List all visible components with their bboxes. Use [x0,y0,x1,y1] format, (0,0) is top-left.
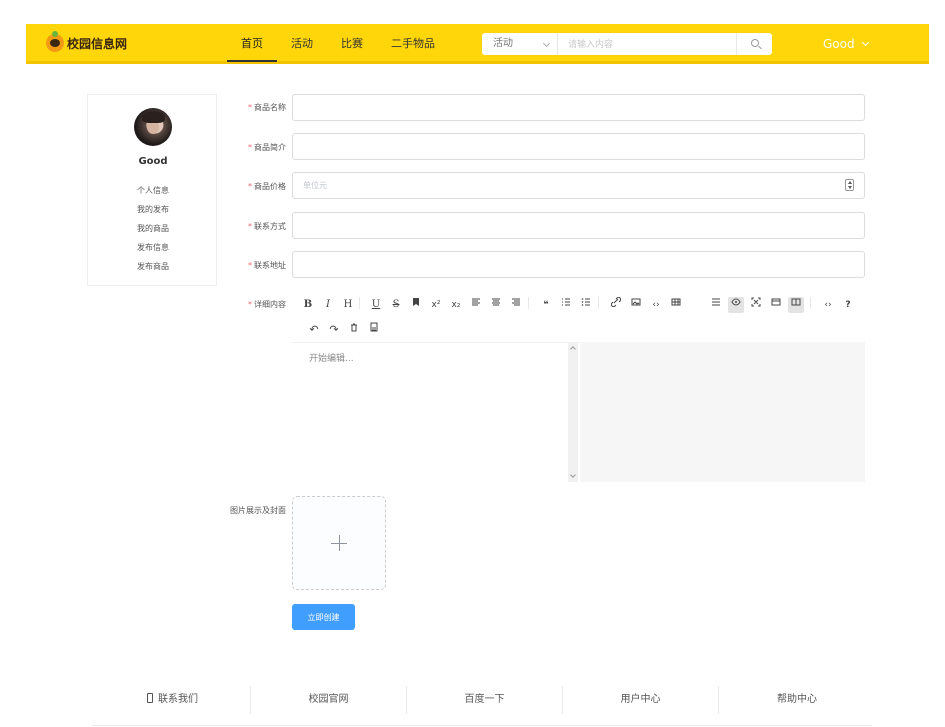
help-icon[interactable]: ? [840,297,856,313]
footer-help-center[interactable]: 帮助中心 [719,686,875,714]
editor-toolbar: B I H U S x² x₂ ❝ ‹› ‹› ? ↶ ↷ [292,293,865,341]
details-label: * 详细内容 [248,300,286,309]
sidebar-item-my-products[interactable]: 我的商品 [88,219,218,238]
preview-icon[interactable] [728,297,744,313]
contact-method-label: * 联系方式 [248,222,286,231]
image-icon[interactable] [628,297,644,313]
product-summary-input[interactable] [292,133,865,160]
search-category-value: 活动 [493,38,513,49]
sidebar-menu: 个人信息 我的发布 我的商品 发布信息 发布商品 [88,181,218,276]
required-marker: * [248,300,252,309]
product-price-label: * 商品价格 [248,182,286,191]
search-category-select[interactable]: 活动 [482,33,558,55]
brand-logo[interactable]: 校园信息网 [46,31,128,53]
product-name-input[interactable] [292,94,865,121]
search-button[interactable] [736,33,772,55]
align-right-icon[interactable] [508,297,524,313]
footer-contact[interactable]: 联系我们 [95,686,251,714]
sidebar-item-publish-product[interactable]: 发布商品 [88,257,218,276]
toolbar-separator [359,297,360,309]
delete-icon[interactable] [346,322,362,338]
nav-second-hand[interactable]: 二手物品 [377,24,449,62]
required-marker: * [248,182,252,191]
contact-address-input[interactable] [292,251,865,278]
nav-activities[interactable]: 活动 [277,24,327,62]
bold-icon[interactable]: B [300,297,316,313]
footer-official-site[interactable]: 校园官网 [251,686,407,714]
phone-icon [147,693,153,703]
undo-icon[interactable]: ↶ [306,322,322,338]
contact-method-input[interactable] [292,212,865,239]
editor-scrollbar[interactable] [568,342,578,482]
brand-name: 校园信息网 [67,36,128,51]
navigation-icon[interactable] [708,297,724,313]
user-sidebar: Good 个人信息 我的发布 我的商品 发布信息 发布商品 [87,94,217,286]
user-name: Good [823,37,855,51]
toolbar-separator [810,297,811,309]
create-button[interactable]: 立即创建 [292,604,355,630]
toolbar-separator [598,297,599,309]
toolbar-separator [528,297,529,309]
main-navigation: 首页 活动 比赛 二手物品 [227,24,449,64]
campus-logo-icon [46,31,64,52]
top-navbar: 校园信息网 首页 活动 比赛 二手物品 活动 Good [26,24,929,64]
product-name-label: * 商品名称 [248,103,286,112]
html-icon[interactable]: ‹› [820,297,836,313]
chevron-down-icon [542,39,551,48]
footer-baidu[interactable]: 百度一下 [407,686,563,714]
footer-divider [92,725,872,726]
chevron-down-icon [862,38,870,47]
editor-preview-pane [580,342,865,482]
underline-icon[interactable]: U [368,297,384,313]
scroll-up-icon [570,346,576,352]
contact-address-label: * 联系地址 [248,261,286,270]
sidebar-item-my-posts[interactable]: 我的发布 [88,200,218,219]
quantity-stepper[interactable] [845,179,854,191]
redo-icon[interactable]: ↷ [326,322,342,338]
required-marker: * [248,261,252,270]
search-input[interactable] [558,33,736,55]
strikethrough-icon[interactable]: S [388,297,404,313]
sidebar-user-name: Good [138,156,168,167]
required-marker: * [248,103,252,112]
unordered-list-icon[interactable] [578,297,594,313]
fullscreen-icon[interactable] [748,297,764,313]
code-icon[interactable]: ‹› [648,297,664,313]
table-icon[interactable] [668,297,684,313]
quote-icon[interactable]: ❝ [538,297,554,313]
ordered-list-icon[interactable] [558,297,574,313]
align-center-icon[interactable] [488,297,504,313]
user-dropdown[interactable]: Good [823,24,870,64]
editor-placeholder: 开始编辑... [309,354,354,364]
required-marker: * [248,222,252,231]
editor-text-area[interactable]: 开始编辑... [292,342,580,482]
scroll-down-icon [570,472,576,478]
plus-icon [339,535,340,551]
subscript-icon[interactable]: x₂ [448,297,464,313]
link-icon[interactable] [608,296,624,313]
product-summary-label: * 商品简介 [248,143,286,152]
read-mode-icon[interactable] [768,297,784,313]
footer-user-center[interactable]: 用户中心 [563,686,719,714]
header-icon[interactable]: H [340,297,356,313]
nav-competitions[interactable]: 比赛 [327,24,377,62]
markdown-editor: B I H U S x² x₂ ❝ ‹› ‹› ? ↶ ↷ 开始编辑... [292,293,865,483]
sidebar-item-publish-info[interactable]: 发布信息 [88,238,218,257]
split-view-icon[interactable] [788,297,804,313]
required-marker: * [248,143,252,152]
image-upload-label: 图片展示及封面 [230,506,286,515]
site-footer: 联系我们 校园官网 百度一下 用户中心 帮助中心 [95,686,875,714]
product-price-input[interactable] [292,172,865,199]
mark-icon[interactable] [408,297,424,313]
superscript-icon[interactable]: x² [428,297,444,313]
image-upload-area[interactable] [292,496,386,590]
italic-icon[interactable]: I [320,297,336,313]
align-left-icon[interactable] [468,297,484,313]
avatar [134,108,172,146]
save-icon[interactable] [366,322,382,338]
sidebar-item-profile[interactable]: 个人信息 [88,181,218,200]
nav-home[interactable]: 首页 [227,24,277,62]
app-window: 校园信息网 首页 活动 比赛 二手物品 活动 Good Good 个人信息 我的… [0,0,945,727]
